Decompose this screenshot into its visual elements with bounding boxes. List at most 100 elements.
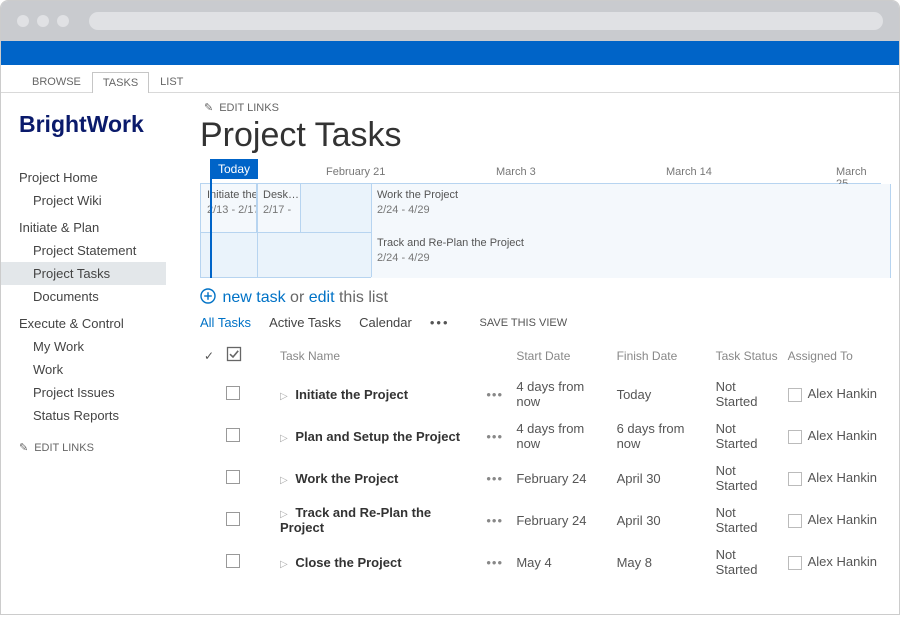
- ribbon-tab-tasks[interactable]: TASKS: [92, 72, 149, 93]
- table-row[interactable]: ▷ Work the Project ••• February 24April 30…: [200, 457, 881, 499]
- list-actions-suffix: this list: [339, 289, 388, 306]
- sidebar-item[interactable]: Project Statement: [19, 239, 176, 262]
- col-finish-date[interactable]: Finish Date: [613, 340, 712, 373]
- expand-icon[interactable]: ▷: [280, 509, 288, 520]
- assignee-checkbox[interactable]: [788, 556, 802, 570]
- edit-list-link[interactable]: edit: [309, 289, 335, 306]
- start-date: 4 days from now: [512, 373, 612, 415]
- expand-icon[interactable]: ▷: [280, 433, 288, 444]
- timeline-gridline: [371, 184, 372, 277]
- row-checkbox[interactable]: [226, 512, 240, 526]
- timeline-bar[interactable]: Track and Re-Plan the Project2/24 - 4/29: [371, 232, 891, 278]
- timeline-bar[interactable]: Desk…2/17 -: [257, 184, 301, 232]
- edit-links-sidebar[interactable]: ✎ EDIT LINKS: [19, 441, 176, 454]
- assignee-checkbox[interactable]: [788, 514, 802, 528]
- expand-icon[interactable]: ▷: [280, 391, 288, 402]
- ribbon-tab-browse[interactable]: BROWSE: [21, 71, 92, 92]
- start-date: February 24: [512, 457, 612, 499]
- sidebar-heading[interactable]: Initiate & Plan: [19, 216, 176, 239]
- view-selector: All Tasks Active Tasks Calendar ••• SAVE…: [200, 315, 881, 330]
- assignee-checkbox[interactable]: [788, 472, 802, 486]
- timeline-bar-range: 2/13 - 2/17: [207, 203, 250, 218]
- ribbon-tab-list[interactable]: LIST: [149, 71, 194, 92]
- view-active-tasks[interactable]: Active Tasks: [269, 315, 341, 330]
- plus-icon[interactable]: [200, 288, 216, 307]
- sidebar-item[interactable]: Project Wiki: [19, 189, 176, 212]
- assignee-name[interactable]: Alex Hankin: [808, 386, 877, 401]
- assignee-name[interactable]: Alex Hankin: [808, 470, 877, 485]
- row-checkbox[interactable]: [226, 428, 240, 442]
- row-checkbox[interactable]: [226, 386, 240, 400]
- list-actions: new task or edit this list: [200, 288, 881, 307]
- edit-links-label: EDIT LINKS: [219, 102, 279, 114]
- task-name[interactable]: Initiate the Project: [295, 387, 408, 402]
- sidebar: BrightWork Project HomeProject WikiIniti…: [1, 93, 176, 601]
- ribbon-tabs: BROWSE TASKS LIST: [1, 65, 899, 93]
- col-assigned-to[interactable]: Assigned To: [784, 340, 881, 373]
- edit-links-label: EDIT LINKS: [34, 442, 94, 454]
- finish-date: April 30: [613, 457, 712, 499]
- sidebar-heading[interactable]: Project Home: [19, 166, 176, 189]
- sidebar-item[interactable]: Documents: [19, 285, 176, 308]
- sidebar-item[interactable]: Work: [19, 358, 176, 381]
- start-date: 4 days from now: [512, 415, 612, 457]
- row-checkbox[interactable]: [226, 470, 240, 484]
- sidebar-item[interactable]: Project Issues: [19, 381, 176, 404]
- expand-icon[interactable]: ▷: [280, 559, 288, 570]
- suite-bar: [1, 41, 899, 65]
- start-date: May 4: [512, 541, 612, 583]
- task-status: Not Started: [712, 415, 784, 457]
- window-dot: [37, 15, 49, 27]
- row-menu-icon[interactable]: •••: [486, 471, 503, 486]
- task-name[interactable]: Track and Re-Plan the Project: [280, 505, 431, 535]
- table-row[interactable]: ▷ Plan and Setup the Project ••• 4 days fr…: [200, 415, 881, 457]
- timeline-bar-title: Initiate the Pr…: [207, 188, 250, 203]
- sidebar-heading[interactable]: Execute & Control: [19, 312, 176, 335]
- row-menu-icon[interactable]: •••: [486, 429, 503, 444]
- task-status: Not Started: [712, 457, 784, 499]
- col-task-name[interactable]: Task Name: [276, 340, 482, 373]
- page-title: Project Tasks: [200, 116, 881, 155]
- start-date: February 24: [512, 499, 612, 541]
- row-menu-icon[interactable]: •••: [486, 555, 503, 570]
- col-select-all[interactable]: ✓: [200, 340, 222, 373]
- assignee-name[interactable]: Alex Hankin: [808, 512, 877, 527]
- browser-chrome: [1, 1, 899, 41]
- save-this-view[interactable]: SAVE THIS VIEW: [480, 317, 568, 329]
- table-row[interactable]: ▷ Initiate the Project ••• 4 days from now…: [200, 373, 881, 415]
- table-row[interactable]: ▷ Track and Re-Plan the Project ••• Februa…: [200, 499, 881, 541]
- finish-date: Today: [613, 373, 712, 415]
- timeline-bar[interactable]: Work the Project2/24 - 4/29: [371, 184, 891, 232]
- pencil-icon: ✎: [19, 441, 28, 454]
- task-status: Not Started: [712, 373, 784, 415]
- assignee-checkbox[interactable]: [788, 430, 802, 444]
- task-name[interactable]: Close the Project: [295, 555, 401, 570]
- browser-frame: BROWSE TASKS LIST BrightWork Project Hom…: [0, 0, 900, 615]
- sidebar-item[interactable]: Status Reports: [19, 404, 176, 427]
- col-task-status[interactable]: Task Status: [712, 340, 784, 373]
- assignee-name[interactable]: Alex Hankin: [808, 428, 877, 443]
- row-menu-icon[interactable]: •••: [486, 513, 503, 528]
- assignee-checkbox[interactable]: [788, 388, 802, 402]
- timeline[interactable]: February 21March 3March 14March 25Initia…: [200, 183, 881, 278]
- col-start-date[interactable]: Start Date: [512, 340, 612, 373]
- col-complete[interactable]: [222, 340, 250, 373]
- expand-icon[interactable]: ▷: [280, 475, 288, 486]
- view-more-icon[interactable]: •••: [430, 315, 450, 330]
- row-menu-icon[interactable]: •••: [486, 387, 503, 402]
- task-name[interactable]: Work the Project: [295, 471, 398, 486]
- edit-links-main[interactable]: ✎ EDIT LINKS: [204, 101, 881, 114]
- new-task-link[interactable]: new task: [222, 289, 285, 306]
- timeline-bar-title: Track and Re-Plan the Project: [377, 236, 884, 251]
- timeline-bar-range: 2/24 - 4/29: [377, 251, 884, 266]
- sidebar-item[interactable]: My Work: [19, 335, 176, 358]
- sidebar-item[interactable]: Project Tasks: [1, 262, 166, 285]
- view-calendar[interactable]: Calendar: [359, 315, 412, 330]
- row-checkbox[interactable]: [226, 554, 240, 568]
- table-row[interactable]: ▷ Close the Project•••May 4May 8Not Star…: [200, 541, 881, 583]
- task-name[interactable]: Plan and Setup the Project: [295, 429, 460, 444]
- assignee-name[interactable]: Alex Hankin: [808, 554, 877, 569]
- timeline-gridline: [257, 184, 258, 277]
- url-bar[interactable]: [89, 12, 883, 30]
- view-all-tasks[interactable]: All Tasks: [200, 315, 251, 330]
